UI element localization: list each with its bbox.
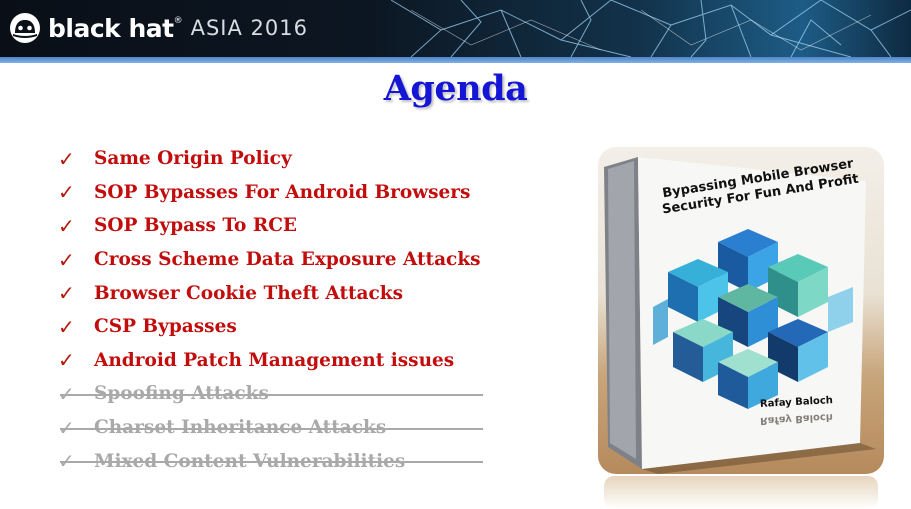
checkmark-icon: ✓ (58, 180, 75, 205)
agenda-item: ✓ Mixed Content Vulnerabilities (58, 444, 483, 478)
agenda-item: ✓ Same Origin Policy (58, 142, 481, 176)
checkmark-icon: ✓ (58, 281, 75, 306)
book-cover-image: Bypassing Mobile Browser Security For Fu… (598, 147, 884, 474)
book-reflection (604, 476, 878, 509)
agenda-list: ✓ Same Origin Policy ✓ SOP Bypasses For And… (58, 142, 483, 478)
checkmark-icon: ✓ (58, 415, 75, 440)
slide-title: Agenda (383, 68, 528, 109)
agenda-item-label: Spoofing Attacks (94, 383, 269, 405)
event-name: ASIA 2016 (190, 16, 308, 40)
checkmark-icon: ✓ (58, 449, 75, 474)
agenda-item-label: SOP Bypass To RCE (94, 215, 298, 237)
checkmark-icon: ✓ (58, 314, 75, 339)
agenda-item-label: Charset Inheritance Attacks (94, 417, 387, 439)
agenda-item-label: Same Origin Policy (94, 148, 292, 170)
agenda-item: ✓ Browser Cookie Theft Attacks (58, 276, 481, 310)
agenda-item-label: CSP Bypasses (94, 316, 237, 338)
agenda-item: ✓ Charset Inheritance Attacks (58, 411, 483, 445)
brand-name: black hat (48, 13, 174, 43)
shattered-glass-graphic (390, 0, 911, 57)
agenda-item-label: Mixed Content Vulnerabilities (94, 450, 406, 472)
agenda-item: ✓ SOP Bypass To RCE (58, 209, 481, 243)
agenda-item: ✓ Android Patch Management issues (58, 344, 481, 378)
checkmark-icon: ✓ (58, 381, 75, 406)
header-banner: black hat ® ASIA 2016 (0, 0, 911, 57)
agenda-item: ✓ Cross Scheme Data Exposure Attacks (58, 243, 481, 277)
agenda-item: ✓ CSP Bypasses (58, 310, 481, 344)
agenda-item-label: Cross Scheme Data Exposure Attacks (94, 249, 481, 271)
trademark-symbol: ® (173, 16, 183, 26)
header-stripe (0, 57, 911, 63)
agenda-item-label: Android Patch Management issues (94, 349, 455, 371)
agenda-item-label: Browser Cookie Theft Attacks (94, 282, 404, 304)
agenda-item: ✓ SOP Bypasses For Android Browsers (58, 176, 481, 210)
black-hat-logo: black hat ® ASIA 2016 (8, 10, 308, 46)
agenda-item-label: SOP Bypasses For Android Browsers (94, 181, 471, 203)
checkmark-icon: ✓ (58, 247, 75, 272)
checkmark-icon: ✓ (58, 146, 75, 171)
checkmark-icon: ✓ (58, 348, 75, 373)
agenda-item: ✓ Spoofing Attacks (58, 377, 483, 411)
black-hat-logo-icon (10, 13, 40, 43)
checkmark-icon: ✓ (58, 213, 75, 238)
